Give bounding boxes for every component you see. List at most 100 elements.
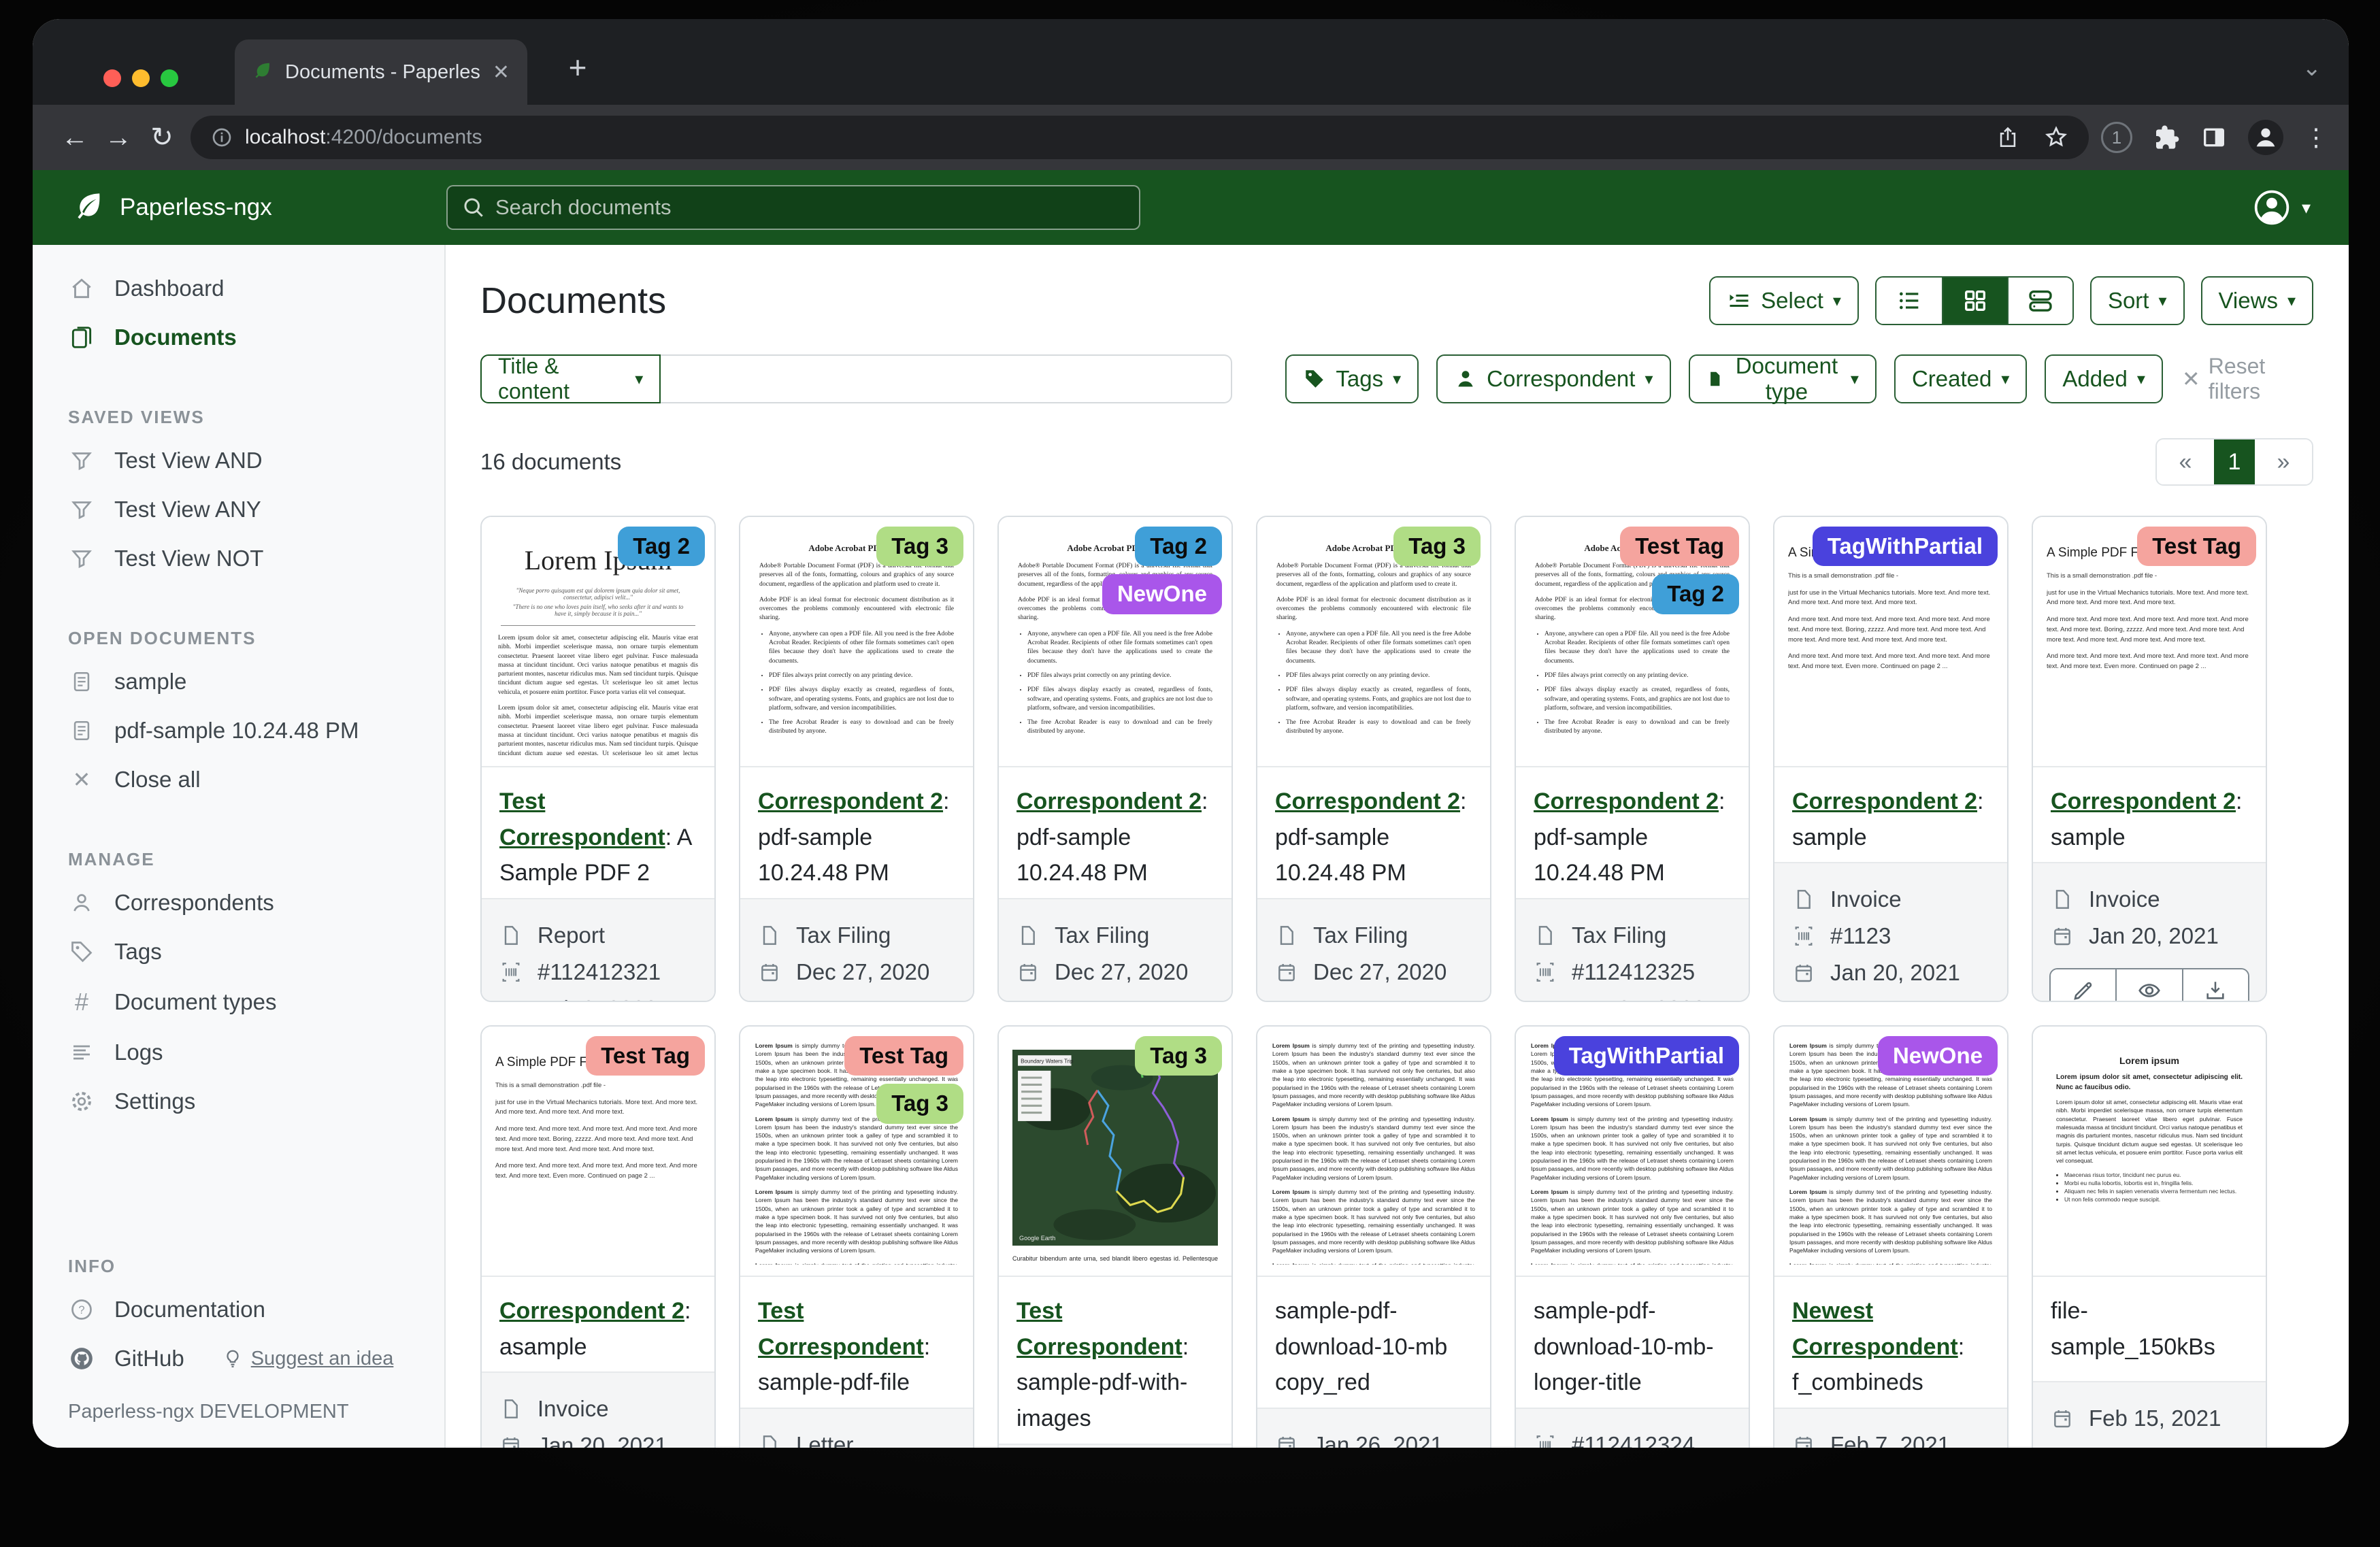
document-thumbnail[interactable]: Lorem Ipsum is simply dummy text of the … [1774,1027,2007,1277]
document-thumbnail[interactable]: Adobe Acrobat PDF FilesAdobe® Portable D… [1257,517,1490,767]
sidebar-item-saved-view-and[interactable]: Test View AND [33,436,444,485]
document-thumbnail[interactable]: Adobe Acrobat PDF FilesAdobe® Portable D… [740,517,973,767]
correspondent-link[interactable]: Test Correspondent [758,1298,924,1360]
traffic-lights[interactable] [103,69,178,87]
sidebar-item-document-types[interactable]: # Document types [33,976,444,1028]
select-button[interactable]: Select▾ [1709,276,1859,325]
document-type-filter-button[interactable]: Document type▾ [1689,354,1877,403]
document-card[interactable]: A Simple PDF FileThis is a small demonst… [2032,516,2267,1002]
sidebar-item-logs[interactable]: Logs [33,1028,444,1077]
tag-badge[interactable]: Test Tag [2137,527,2256,566]
sort-button[interactable]: Sort▾ [2090,276,2185,325]
document-card[interactable]: Adobe Acrobat PDF FilesAdobe® Portable D… [1256,516,1491,1002]
detail-view-button[interactable] [2007,278,2072,324]
document-thumbnail[interactable]: Adobe Acrobat PDF FilesAdobe® Portable D… [1516,517,1749,767]
tag-badge[interactable]: Test Tag [586,1036,705,1076]
document-thumbnail[interactable]: A Simple PDF FileThis is a small demonst… [482,1027,714,1277]
document-card[interactable]: Boundary Waters TripGoogle EarthCurabitu… [997,1025,1233,1448]
address-bar[interactable]: localhost:4200/documents [191,116,2089,159]
document-card[interactable]: A Simple PDF FileThis is a small demonst… [480,1025,716,1448]
tag-badge[interactable]: TagWithPartial [1813,527,1998,566]
download-button[interactable] [2182,969,2248,1002]
browser-profile-avatar[interactable] [2248,120,2283,155]
filter-text-input[interactable] [661,354,1232,403]
tag-badge[interactable]: Tag 3 [876,1084,963,1123]
sidebar-item-documentation[interactable]: ? Documentation [33,1285,444,1334]
sidebar-item-open-doc-sample[interactable]: sample [33,657,444,706]
share-icon[interactable] [1996,126,2019,149]
tag-badge[interactable]: Test Tag [844,1036,963,1076]
document-thumbnail[interactable]: A Simple PDF FileThis is a small demonst… [2033,517,2266,767]
browser-menu-icon[interactable]: ⋮ [2304,123,2328,152]
app-brand[interactable]: Paperless-ngx [71,190,446,225]
correspondent-link[interactable]: Correspondent 2 [1275,788,1460,814]
forward-button[interactable]: → [97,122,140,153]
sidebar-item-settings[interactable]: Settings [33,1077,444,1126]
tag-badge[interactable]: Tag 2 [1135,527,1222,566]
sidebar-item-saved-view-not[interactable]: Test View NOT [33,534,444,583]
minimize-window-button[interactable] [132,69,150,87]
reload-button[interactable]: ↻ [140,122,184,153]
tags-filter-button[interactable]: Tags▾ [1285,354,1419,403]
correspondent-link[interactable]: Test Correspondent [1017,1298,1183,1360]
document-card[interactable]: Lorem Ipsum is simply dummy text of the … [739,1025,974,1448]
correspondent-filter-button[interactable]: Correspondent▾ [1436,354,1670,403]
document-thumbnail[interactable]: A Simple PDF FileThis is a small demonst… [1774,517,2007,767]
correspondent-link[interactable]: Correspondent 2 [1017,788,1202,814]
bookmark-star-icon[interactable] [2044,125,2068,150]
tab-search-chevron-icon[interactable]: ⌄ [2302,54,2322,82]
reset-filters-button[interactable]: ✕Reset filters [2182,354,2313,404]
tag-badge[interactable]: Tag 2 [1652,574,1739,614]
document-thumbnail[interactable]: Lorem Ipsum is simply dummy text of the … [1257,1027,1490,1277]
view-button[interactable] [2115,969,2181,1002]
correspondent-link[interactable]: Correspondent 2 [499,1298,684,1324]
document-card[interactable]: Adobe Acrobat PDF FilesAdobe® Portable D… [1515,516,1750,1002]
sidebar-item-saved-view-any[interactable]: Test View ANY [33,485,444,534]
document-card[interactable]: Adobe Acrobat PDF FilesAdobe® Portable D… [997,516,1233,1002]
sidebar-item-close-all[interactable]: ✕ Close all [33,755,444,804]
sidebar-item-correspondents[interactable]: Correspondents [33,878,444,927]
sidebar-item-dashboard[interactable]: Dashboard [33,264,444,313]
correspondent-link[interactable]: Test Correspondent [499,788,665,850]
sidebar-item-github[interactable]: GitHub [114,1346,184,1371]
document-thumbnail[interactable]: Boundary Waters TripGoogle EarthCurabitu… [999,1027,1232,1277]
suggest-idea-link[interactable]: Suggest an idea [222,1348,394,1370]
document-card[interactable]: Lorem Ipsum is simply dummy text of the … [1256,1025,1491,1448]
document-card[interactable]: Lorem Ipsum"Neque porro quisquam est qui… [480,516,716,1002]
site-info-icon[interactable] [211,127,233,148]
previous-page-button[interactable]: « [2157,439,2214,484]
document-thumbnail[interactable]: Lorem Ipsum"Neque porro quisquam est qui… [482,517,714,767]
sidebar-item-open-doc-pdf-sample[interactable]: pdf-sample 10.24.48 PM [33,706,444,755]
new-tab-button[interactable]: + [554,49,601,86]
password-extension-icon[interactable]: 1 [2101,122,2132,153]
side-panel-icon[interactable] [2200,124,2228,151]
search-input[interactable] [446,185,1140,230]
document-thumbnail[interactable]: Lorem ipsumLorem ipsum dolor sit amet, c… [2033,1027,2266,1277]
correspondent-link[interactable]: Correspondent 2 [1534,788,1719,814]
back-button[interactable]: ← [53,122,97,153]
document-card[interactable]: Lorem Ipsum is simply dummy text of the … [1773,1025,2009,1448]
document-card[interactable]: Lorem ipsumLorem ipsum dolor sit amet, c… [2032,1025,2267,1448]
tag-badge[interactable]: TagWithPartial [1554,1036,1739,1076]
tag-badge[interactable]: Tag 2 [618,527,705,566]
filter-field-dropdown[interactable]: Title & content▾ [480,354,661,403]
user-menu[interactable]: ▾ [2253,188,2311,227]
list-view-button[interactable] [1877,278,1942,324]
document-card[interactable]: A Simple PDF FileThis is a small demonst… [1773,516,2009,1002]
document-card[interactable]: Lorem Ipsum is simply dummy text of the … [1515,1025,1750,1448]
correspondent-link[interactable]: Correspondent 2 [2051,788,2236,814]
tab-close-icon[interactable]: ✕ [493,61,510,84]
edit-button[interactable] [2051,969,2115,1002]
sidebar-item-tags[interactable]: Tags [33,927,444,976]
document-thumbnail[interactable]: Adobe Acrobat PDF FilesAdobe® Portable D… [999,517,1232,767]
views-button[interactable]: Views▾ [2201,276,2313,325]
extensions-puzzle-icon[interactable] [2153,124,2180,151]
document-thumbnail[interactable]: Lorem Ipsum is simply dummy text of the … [740,1027,973,1277]
tag-badge[interactable]: Tag 3 [876,527,963,566]
browser-tab[interactable]: Documents - Paperless-ngx ✕ [235,39,527,105]
created-filter-button[interactable]: Created▾ [1894,354,2027,403]
correspondent-link[interactable]: Correspondent 2 [1792,788,1977,814]
tag-badge[interactable]: Tag 3 [1135,1036,1222,1076]
added-filter-button[interactable]: Added▾ [2045,354,2162,403]
correspondent-link[interactable]: Newest Correspondent [1792,1298,1958,1360]
